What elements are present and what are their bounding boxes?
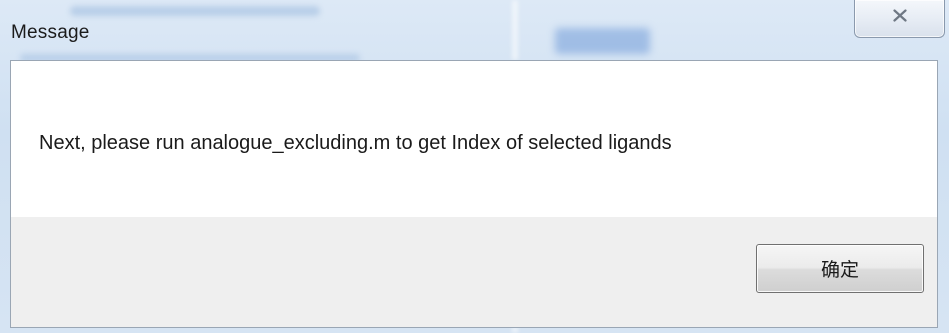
background-blur (555, 28, 650, 54)
close-icon (892, 9, 907, 25)
close-button[interactable] (854, 0, 945, 38)
close-icon (892, 9, 907, 22)
background-blur (70, 6, 320, 16)
message-window: Message Next, please run analogue_exclud… (0, 0, 949, 333)
ok-button[interactable]: 确定 (756, 244, 924, 293)
message-area: Next, please run analogue_excluding.m to… (11, 61, 937, 217)
dialog-panel: Next, please run analogue_excluding.m to… (10, 60, 938, 328)
button-bar: 确定 (11, 217, 937, 327)
background-divider (512, 0, 518, 60)
window-title: Message (11, 22, 90, 43)
message-text: Next, please run analogue_excluding.m to… (39, 132, 672, 154)
